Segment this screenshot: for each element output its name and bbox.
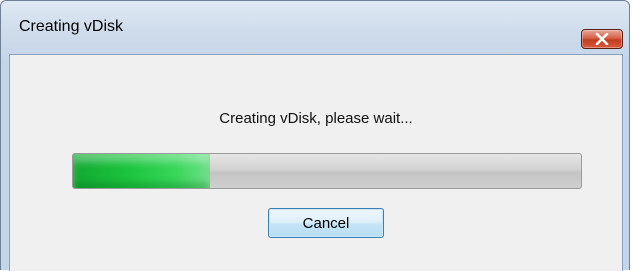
cancel-button[interactable]: Cancel (268, 208, 384, 238)
status-message: Creating vDisk, please wait... (219, 110, 413, 127)
close-button[interactable] (581, 29, 623, 49)
dialog-window: Creating vDisk Creating vDisk, please wa… (0, 0, 630, 271)
dialog-client-area: Creating vDisk, please wait... Cancel (9, 54, 623, 271)
title-bar[interactable]: Creating vDisk (1, 1, 629, 49)
progress-bar (72, 153, 582, 189)
close-icon (595, 33, 609, 45)
window-title: Creating vDisk (19, 18, 124, 35)
progress-bar-fill (73, 154, 211, 188)
